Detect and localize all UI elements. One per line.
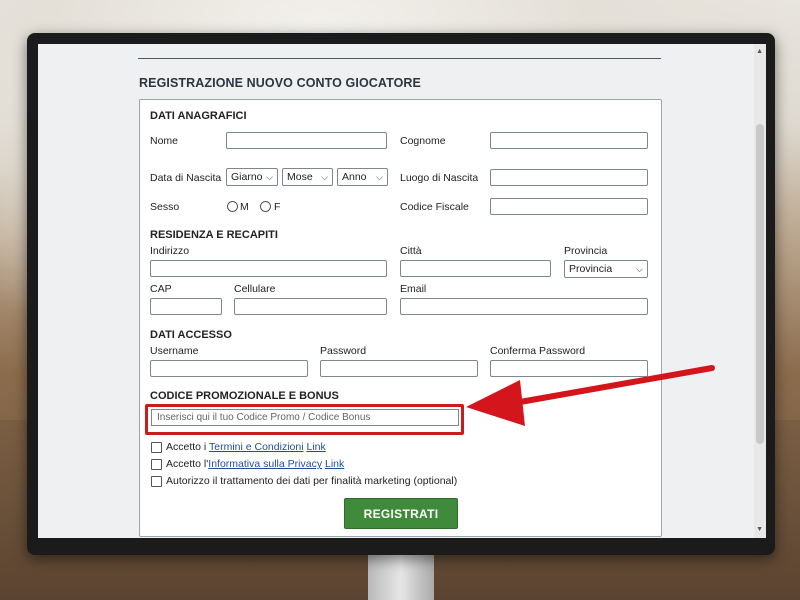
red-pointer-arrow-icon (466, 365, 715, 426)
